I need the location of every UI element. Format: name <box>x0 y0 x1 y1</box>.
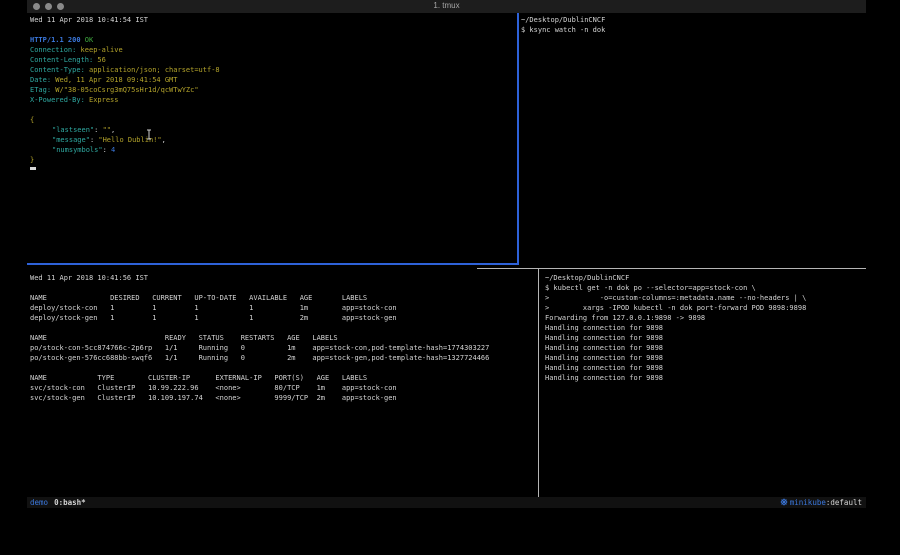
timestamp-bottom-left: Wed 11 Apr 2018 10:41:56 IST <box>30 273 535 283</box>
pods-table-header: NAME READY STATUS RESTARTS AGE LABELS <box>30 333 535 343</box>
window-title: 1. tmux <box>27 1 866 10</box>
json-separator: : <box>103 146 111 154</box>
pane-divider-vertical-active[interactable] <box>517 13 519 265</box>
kubernetes-helm-icon <box>780 498 788 506</box>
deployments-table-rows: deploy/stock-con 1 1 1 1 1m app=stock-co… <box>30 303 535 323</box>
kube-namespace: :default <box>826 498 862 507</box>
http-header-content-length: Content-Length: 56 <box>30 55 515 65</box>
desktop: 1. tmux Wed 11 Apr 2018 10:41:54 IST HTT… <box>0 0 900 555</box>
terminal-window: 1. tmux Wed 11 Apr 2018 10:41:54 IST HTT… <box>27 0 866 509</box>
json-entry-message: "message": "Hello Dublin!", <box>30 135 515 145</box>
mouse-cursor-ibeam <box>146 125 153 144</box>
services-table-rows: svc/stock-con ClusterIP 10.99.222.96 <no… <box>30 383 535 403</box>
http-header-etag: ETag: W/"38-05coCsrg3mQ75sHr1d/qcWTwYZc" <box>30 85 515 95</box>
json-open-brace: { <box>30 115 515 125</box>
header-name: X-Powered-By: <box>30 96 85 104</box>
json-value: 4 <box>111 146 115 154</box>
pods-table-rows: po/stock-con-5cc874766c-2p6rp 1/1 Runnin… <box>30 343 535 363</box>
pane-kubectl-get[interactable]: Wed 11 Apr 2018 10:41:56 IST NAME DESIRE… <box>30 273 535 403</box>
json-key: "message" <box>52 136 90 144</box>
http-header-date: Date: Wed, 11 Apr 2018 09:41:54 GMT <box>30 75 515 85</box>
pane-divider-vertical[interactable] <box>538 269 539 497</box>
kubectl-port-forward-command: $ kubectl get -n dok po --selector=app=s… <box>545 283 863 313</box>
json-entry-numsymbols: "numsymbols": 4 <box>30 145 515 155</box>
ksync-command: $ ksync watch -n dok <box>521 25 863 35</box>
http-reason: OK <box>85 36 93 44</box>
json-close-brace: } <box>30 155 515 165</box>
http-header-connection: Connection: keep-alive <box>30 45 515 55</box>
json-separator: : <box>94 126 102 134</box>
header-value: keep-alive <box>81 46 123 54</box>
kube-context: minikube <box>790 498 826 507</box>
timestamp-top-left: Wed 11 Apr 2018 10:41:54 IST <box>30 15 515 25</box>
json-comma: , <box>162 136 166 144</box>
services-table-header: NAME TYPE CLUSTER-IP EXTERNAL-IP PORT(S)… <box>30 373 535 383</box>
header-name: ETag: <box>30 86 51 94</box>
http-header-x-powered-by: X-Powered-By: Express <box>30 95 515 105</box>
handling-connection-log: Handling connection for 9898 Handling co… <box>545 323 863 383</box>
window-titlebar[interactable]: 1. tmux <box>27 0 866 13</box>
header-value: application/json; charset=utf-8 <box>89 66 220 74</box>
json-key: "numsymbols" <box>52 146 103 154</box>
header-name: Date: <box>30 76 51 84</box>
pane-divider-horizontal[interactable] <box>477 268 866 269</box>
header-value: 56 <box>97 56 105 64</box>
terminal-cursor <box>30 167 36 170</box>
header-value: W/"38-05coCsrg3mQ75sHr1d/qcWTwYZc" <box>55 86 198 94</box>
json-value: "" <box>103 126 111 134</box>
cwd-bottom-right: ~/Desktop/DublinCNCF <box>545 273 863 283</box>
header-value: Express <box>89 96 119 104</box>
http-status-line: HTTP/1.1 200 OK <box>30 35 515 45</box>
cwd-top-right: ~/Desktop/DublinCNCF <box>521 15 863 25</box>
json-entry-lastseen: "lastseen": "", <box>30 125 515 135</box>
tmux-content: Wed 11 Apr 2018 10:41:54 IST HTTP/1.1 20… <box>27 13 866 497</box>
header-value: Wed, 11 Apr 2018 09:41:54 GMT <box>55 76 177 84</box>
header-name: Connection: <box>30 46 76 54</box>
session-name: demo <box>30 498 48 507</box>
deployments-table-header: NAME DESIRED CURRENT UP-TO-DATE AVAILABL… <box>30 293 535 303</box>
pane-ksync[interactable]: ~/Desktop/DublinCNCF $ ksync watch -n do… <box>521 15 863 35</box>
forwarding-status: Forwarding from 127.0.0.1:9898 -> 9898 <box>545 313 863 323</box>
window-tab-0-bash[interactable]: 0:bash* <box>54 498 86 507</box>
json-key: "lastseen" <box>52 126 94 134</box>
pane-divider-horizontal-active[interactable] <box>27 263 519 265</box>
tmux-status-bar: demo 0:bash* minikube:default <box>27 497 866 508</box>
http-header-content-type: Content-Type: application/json; charset=u… <box>30 65 515 75</box>
header-name: Content-Length: <box>30 56 93 64</box>
status-bar-left: demo 0:bash* <box>30 497 86 508</box>
status-bar-right: minikube:default <box>780 497 862 508</box>
header-name: Content-Type: <box>30 66 85 74</box>
http-protocol-status: HTTP/1.1 200 <box>30 36 81 44</box>
pane-http-response[interactable]: Wed 11 Apr 2018 10:41:54 IST HTTP/1.1 20… <box>30 15 515 165</box>
json-comma: , <box>111 126 115 134</box>
pane-port-forward[interactable]: ~/Desktop/DublinCNCF $ kubectl get -n do… <box>545 273 863 383</box>
